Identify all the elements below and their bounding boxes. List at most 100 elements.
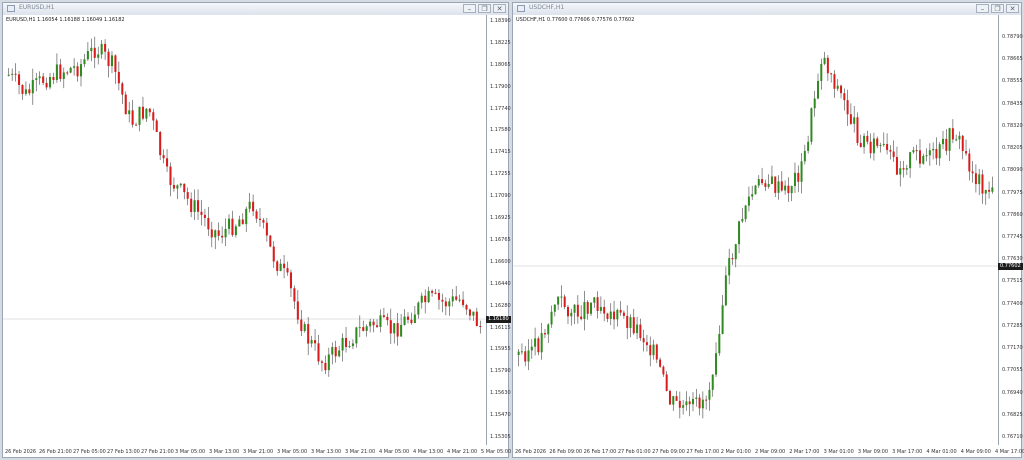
candle — [553, 304, 556, 317]
candle-body — [131, 110, 134, 125]
candle — [662, 365, 665, 377]
candle — [269, 235, 272, 248]
close-button[interactable]: ✕ — [493, 4, 506, 13]
restore-button[interactable]: ❐ — [991, 4, 1004, 13]
candle — [382, 307, 385, 319]
candle — [645, 334, 648, 352]
candle-body — [580, 316, 583, 320]
candle-body — [166, 158, 169, 167]
candle-body — [655, 344, 658, 360]
candle-body — [238, 219, 241, 227]
time-tick-label: 26 Feb 17:00 — [583, 449, 617, 455]
candle-body — [645, 342, 648, 346]
candle-body — [190, 198, 193, 213]
candle — [310, 335, 313, 348]
price-tick-label: 1.16765 — [490, 236, 511, 243]
candle-body — [793, 172, 796, 187]
candle-body — [307, 324, 310, 344]
time-tick-label: 4 Mar 21:00 — [447, 449, 478, 455]
candlestick-chart[interactable] — [513, 15, 1021, 457]
candle-body — [413, 314, 416, 324]
candle — [265, 217, 268, 242]
candle — [810, 107, 813, 145]
candle-body — [672, 396, 675, 405]
candle-body — [76, 66, 79, 77]
candle — [434, 288, 437, 295]
candle — [472, 311, 475, 321]
price-chart[interactable]: EURUSD,H1 1.16054 1.16188 1.16049 1.1618… — [3, 15, 511, 457]
candle — [303, 321, 306, 333]
candle — [787, 177, 790, 202]
candle — [705, 395, 708, 410]
candle — [971, 161, 974, 183]
candle-body — [573, 304, 576, 313]
time-tick-label: 4 Mar 09:00 — [960, 449, 991, 455]
candle-body — [135, 124, 138, 126]
candle — [55, 53, 58, 83]
restore-button[interactable]: ❐ — [478, 4, 491, 13]
candle — [475, 307, 478, 327]
candle-body — [965, 151, 968, 154]
candle — [925, 148, 928, 162]
candle-body — [948, 128, 951, 151]
candle-body — [563, 296, 566, 308]
usdchf-chart-window[interactable]: USDCHF,H1 – ❐ ✕ USDCHF,H1 0.77600 0.7760… — [512, 2, 1024, 458]
candle-body — [918, 150, 921, 164]
price-tick-label: 0.76940 — [1002, 389, 1023, 396]
minimize-button[interactable]: – — [976, 4, 989, 13]
candle — [846, 89, 849, 126]
candle-body — [540, 333, 543, 353]
candle-body — [659, 359, 662, 367]
candle-body — [324, 362, 327, 371]
eurusd-chart-window[interactable]: EURUSD,H1 – ❐ ✕ EURUSD,H1 1.16054 1.1618… — [2, 2, 511, 458]
candle-body — [517, 351, 520, 355]
symbol-info: EURUSD,H1 1.16054 1.16188 1.16049 1.1618… — [6, 17, 125, 23]
candle — [613, 300, 616, 330]
candle-body — [176, 185, 179, 189]
time-tick-label: 27 Feb 17:00 — [686, 449, 720, 455]
candle — [369, 318, 372, 333]
symbol-info: USDCHF,H1 0.77600 0.77606 0.77576 0.7760… — [516, 17, 635, 23]
candle-body — [767, 183, 770, 187]
candle — [928, 143, 931, 166]
candle-body — [971, 171, 974, 174]
candlestick-chart[interactable] — [3, 15, 508, 457]
candle — [915, 144, 918, 161]
candle-body — [97, 54, 100, 58]
candle — [823, 51, 826, 66]
candle-body — [889, 149, 892, 152]
candle-body — [11, 73, 14, 75]
candle — [210, 221, 213, 248]
candle — [797, 165, 800, 193]
candle-body — [348, 346, 351, 348]
minimize-button[interactable]: – — [463, 4, 476, 13]
candle-body — [200, 211, 203, 215]
candle — [128, 101, 131, 123]
candle — [596, 291, 599, 319]
close-button[interactable]: ✕ — [1006, 4, 1019, 13]
candle-body — [79, 64, 83, 77]
candle — [738, 220, 741, 254]
price-chart[interactable]: USDCHF,H1 0.77600 0.77606 0.77576 0.7760… — [513, 15, 1024, 457]
candle — [14, 63, 17, 82]
candle-body — [28, 89, 31, 94]
price-tick-label: 1.16600 — [490, 258, 511, 265]
candle — [691, 392, 694, 412]
candle — [155, 118, 158, 133]
candle — [616, 308, 619, 327]
candle-body — [338, 350, 341, 357]
candle-body — [751, 194, 754, 197]
candle — [193, 189, 196, 220]
candle — [826, 55, 829, 81]
candle — [576, 295, 579, 324]
candle-body — [296, 301, 299, 320]
candle-body — [524, 351, 527, 362]
candle — [734, 243, 737, 268]
candle-body — [695, 397, 698, 399]
candle — [406, 312, 410, 324]
candle — [104, 39, 107, 60]
candle-body — [245, 208, 248, 225]
candle-body — [968, 153, 971, 172]
candle-body — [609, 311, 612, 319]
candle — [777, 175, 780, 200]
